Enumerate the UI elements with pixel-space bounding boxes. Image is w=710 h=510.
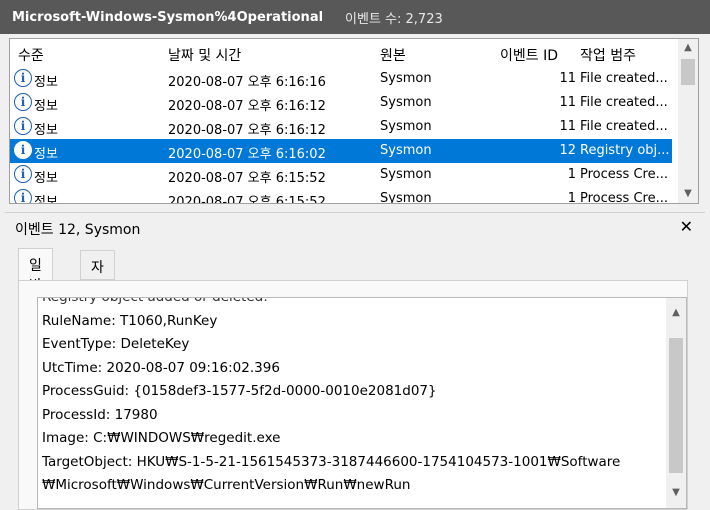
description-line: EventType: DeleteKey xyxy=(42,336,190,352)
info-icon: i xyxy=(14,189,32,203)
column-header-event-id[interactable]: 이벤트 ID xyxy=(500,45,558,65)
event-date: 2020-08-07 오후 6:16:12 xyxy=(168,123,326,138)
event-list[interactable]: 수준 날짜 및 시간 원본 이벤트 ID 작업 범주 i 정보 2020-08-07… xyxy=(9,38,699,204)
event-level: 정보 xyxy=(34,171,58,186)
event-source: Sysmon xyxy=(380,191,432,204)
event-category: Process Cre... xyxy=(580,191,668,204)
event-level: 정보 xyxy=(34,99,58,114)
scroll-up-icon[interactable]: ▲ xyxy=(678,39,698,57)
event-category: Process Cre... xyxy=(580,167,668,182)
description-line: Registry object added or deleted: xyxy=(42,297,268,305)
column-header-level[interactable]: 수준 xyxy=(18,45,44,65)
scroll-down-icon[interactable]: ▼ xyxy=(678,185,698,203)
event-date: 2020-08-07 오후 6:15:52 xyxy=(168,195,326,204)
column-header-source[interactable]: 원본 xyxy=(380,45,406,65)
event-date: 2020-08-07 오후 6:16:12 xyxy=(168,99,326,114)
event-row[interactable]: i 정보 2020-08-07 오후 6:16:12 Sysmon 11 File cre… xyxy=(10,91,672,115)
event-level: 정보 xyxy=(34,75,58,90)
event-row[interactable]: i 정보 2020-08-07 오후 6:15:52 Sysmon 1 Process C… xyxy=(10,163,672,187)
event-date: 2020-08-07 오후 6:16:02 xyxy=(168,147,326,162)
event-category: File created... xyxy=(580,95,668,110)
description-line: ₩Microsoft₩Windows₩CurrentVersion₩Run₩ne… xyxy=(42,477,411,493)
description-line: ProcessId: 17980 xyxy=(42,406,158,423)
list-header: 수준 날짜 및 시간 원본 이벤트 ID 작업 범주 xyxy=(10,39,678,67)
event-id: 11 xyxy=(559,95,576,110)
column-header-category[interactable]: 작업 범주 xyxy=(580,45,636,65)
event-category: File created... xyxy=(580,119,668,134)
event-row[interactable]: i 정보 2020-08-07 오후 6:16:02 Sysmon 12 Registry… xyxy=(10,139,672,163)
event-date: 2020-08-07 오후 6:15:52 xyxy=(168,171,326,186)
info-icon: i xyxy=(14,69,32,87)
scroll-thumb[interactable] xyxy=(669,338,683,473)
event-row[interactable]: i 정보 2020-08-07 오후 6:16:12 Sysmon 11 File cre… xyxy=(10,115,672,139)
event-category: File created... xyxy=(580,71,668,86)
event-source: Sysmon xyxy=(380,71,432,86)
event-row[interactable]: i 정보 2020-08-07 오후 6:16:16 Sysmon 11 File cre… xyxy=(10,67,672,91)
event-id: 1 xyxy=(567,167,576,182)
log-title-bar: Microsoft-Windows-Sysmon%4Operational 이벤… xyxy=(0,0,710,34)
list-scrollbar[interactable]: ▲ ▼ xyxy=(678,39,698,203)
tab-details[interactable]: 자세히 xyxy=(80,250,115,316)
column-header-date[interactable]: 날짜 및 시간 xyxy=(168,45,241,65)
general-tab-panel: Registry object added or deleted: RuleNam… xyxy=(18,280,688,510)
event-rows: i 정보 2020-08-07 오후 6:16:16 Sysmon 11 File cre… xyxy=(10,67,678,204)
scroll-up-icon[interactable]: ▲ xyxy=(666,304,686,322)
event-date: 2020-08-07 오후 6:16:16 xyxy=(168,75,326,90)
event-description-box[interactable]: Registry object added or deleted: RuleNam… xyxy=(37,297,687,509)
event-id: 11 xyxy=(559,71,576,86)
event-id: 11 xyxy=(559,119,576,134)
event-id: 1 xyxy=(567,191,576,204)
event-source: Sysmon xyxy=(380,143,432,158)
description-scrollbar[interactable]: ▲ ▼ xyxy=(666,298,686,508)
event-count: 이벤트 수: 2,723 xyxy=(345,11,443,27)
detail-title: 이벤트 12, Sysmon xyxy=(15,222,141,238)
detail-header: 이벤트 12, Sysmon ✕ xyxy=(5,212,705,242)
event-source: Sysmon xyxy=(380,119,432,134)
event-source: Sysmon xyxy=(380,167,432,182)
info-icon: i xyxy=(14,93,32,111)
event-level: 정보 xyxy=(34,123,58,138)
description-line: RuleName: T1060,RunKey xyxy=(42,312,218,329)
log-name: Microsoft-Windows-Sysmon%4Operational xyxy=(12,9,324,25)
event-id: 12 xyxy=(559,143,576,158)
event-row[interactable]: i 정보 2020-08-07 오후 6:15:52 Sysmon 1 Process C… xyxy=(10,187,672,204)
info-icon: i xyxy=(14,141,32,159)
info-icon: i xyxy=(14,165,32,183)
tab-general[interactable]: 일반 xyxy=(18,248,53,294)
description-line: TargetObject: HKU₩S-1-5-21-1561545373-31… xyxy=(42,453,621,470)
description-lines: Registry object added or deleted: RuleNam… xyxy=(42,297,621,498)
event-category: Registry obj... xyxy=(580,143,670,158)
info-icon: i xyxy=(14,117,32,135)
description-line: ProcessGuid: {0158def3-1577-5f2d-0000-00… xyxy=(42,383,437,399)
scroll-thumb[interactable] xyxy=(681,59,695,85)
description-line: UtcTime: 2020-08-07 09:16:02.396 xyxy=(42,359,280,376)
event-level: 정보 xyxy=(34,147,58,162)
scroll-down-icon[interactable]: ▼ xyxy=(666,484,686,502)
event-level: 정보 xyxy=(34,195,58,204)
close-icon[interactable]: ✕ xyxy=(680,217,693,236)
event-source: Sysmon xyxy=(380,95,432,110)
description-line: Image: C:₩WINDOWS₩regedit.exe xyxy=(42,430,281,446)
